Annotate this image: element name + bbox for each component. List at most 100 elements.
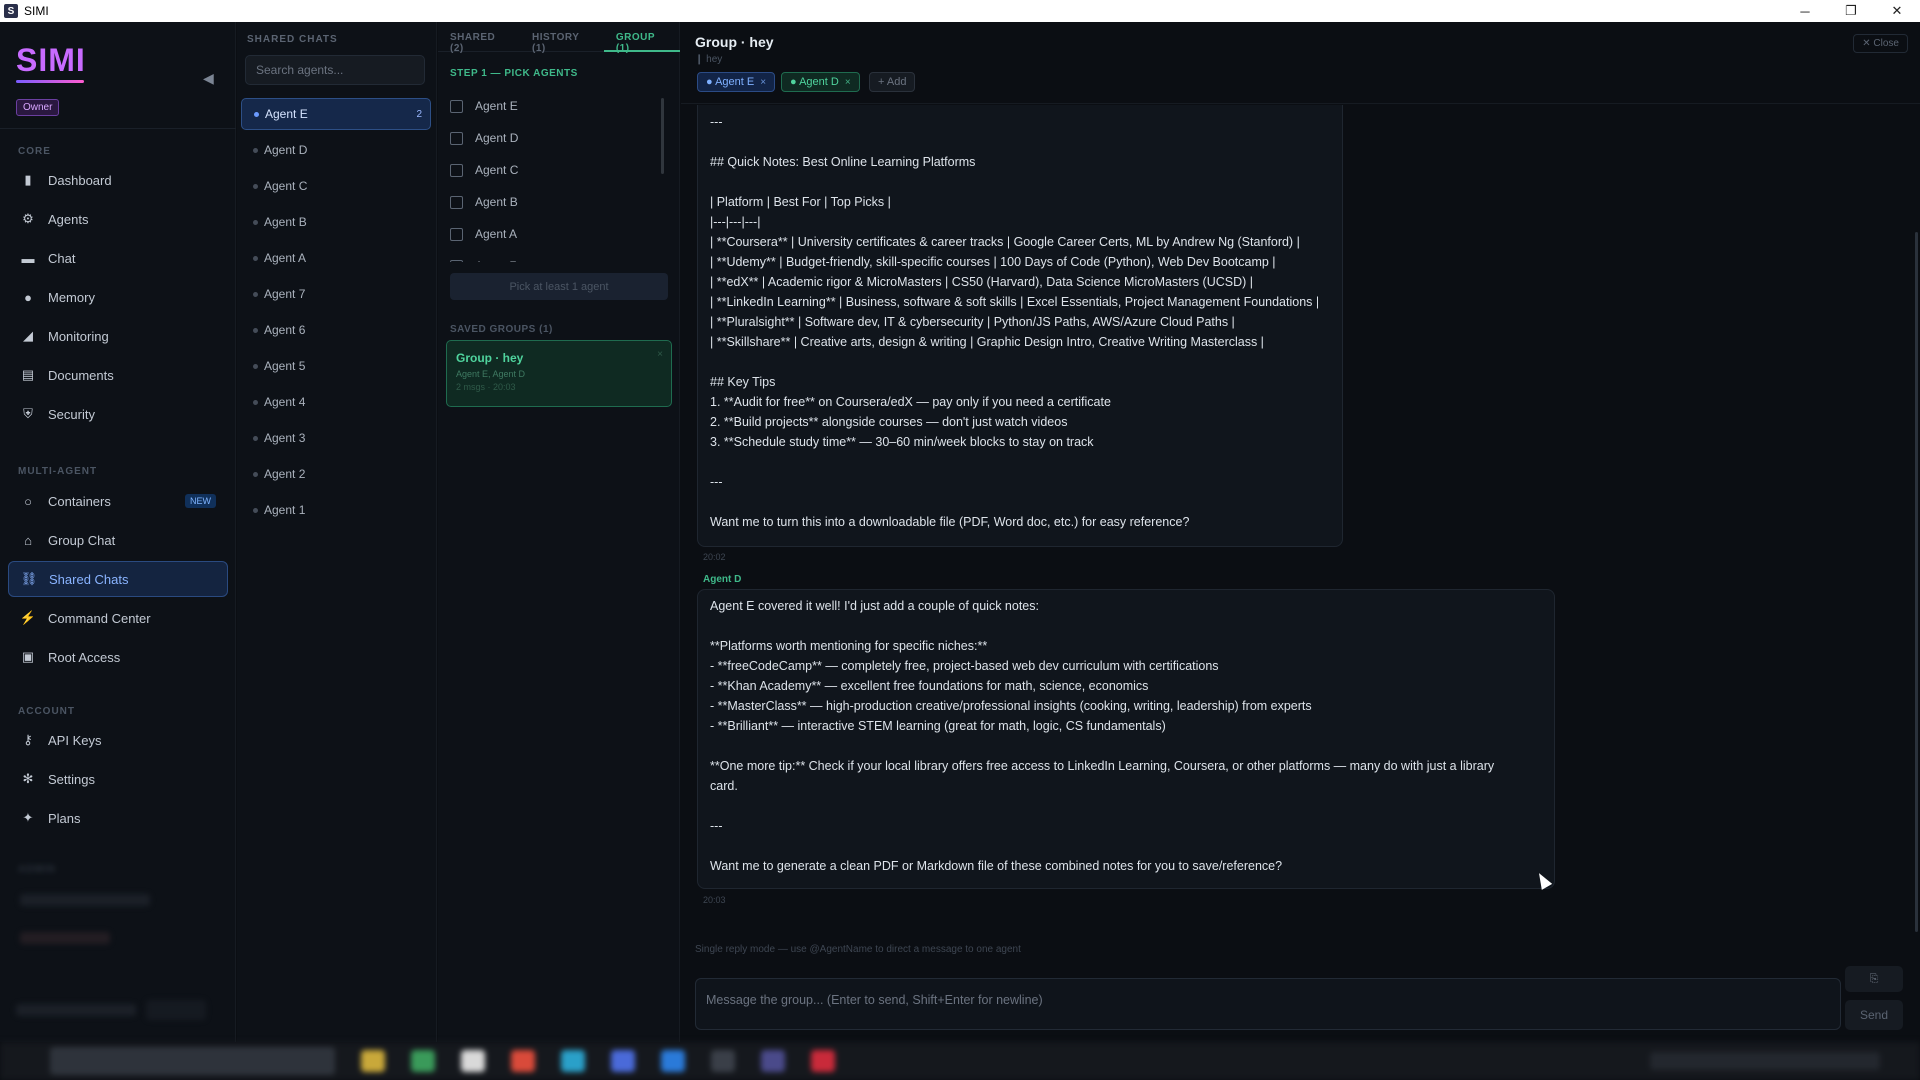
agent-checkbox[interactable] <box>450 195 463 209</box>
chat-scrollbar[interactable] <box>1915 232 1918 932</box>
agent-checkbox[interactable] <box>450 131 463 145</box>
nav-item-dashboard[interactable]: ▮ Dashboard <box>8 162 228 198</box>
pick-agent-row[interactable]: Agent D <box>448 122 670 154</box>
status-dot-icon <box>253 399 258 405</box>
nav-item-settings[interactable]: ✻ Settings <box>8 761 228 797</box>
attach-icon[interactable]: ⎘ <box>1845 966 1903 992</box>
nav-item-group-chat[interactable]: ⌂ Group Chat <box>8 522 228 558</box>
saved-group-title: Group · hey <box>456 351 524 365</box>
message-line <box>710 836 1542 856</box>
agent-checkbox[interactable] <box>450 163 463 177</box>
minimize-button[interactable]: ─ <box>1782 0 1828 22</box>
agent-list-item[interactable]: Agent 6 <box>241 314 431 346</box>
system-tray[interactable] <box>1650 1052 1880 1070</box>
agent-list-item[interactable]: Agent C <box>241 170 431 202</box>
pick-agent-row[interactable]: Agent C <box>448 154 670 186</box>
agent-chip-e[interactable]: ● Agent E × <box>697 72 776 92</box>
nav-label: API Keys <box>48 732 102 748</box>
close-window-button[interactable]: ✕ <box>1874 0 1920 22</box>
agent-checkbox[interactable] <box>450 227 463 241</box>
taskbar-app-icon[interactable] <box>461 1050 485 1072</box>
nav-label: Shared Chats <box>49 571 129 587</box>
nav-item-security[interactable]: ⛨ Security <box>8 396 228 432</box>
message-line: card. <box>710 779 738 793</box>
taskbar-search[interactable] <box>50 1047 335 1075</box>
agent-list-item[interactable]: Agent D <box>241 134 431 166</box>
message-input[interactable] <box>695 978 1841 1030</box>
nav-item-agents[interactable]: ⚙ Agents <box>8 201 228 237</box>
agent-list-item[interactable]: Agent 4 <box>241 386 431 418</box>
group-tabs: SHARED (2) HISTORY (1) GROUP (1) <box>438 22 680 54</box>
agent-list-item[interactable]: Agent A <box>241 242 431 274</box>
taskbar <box>0 1042 1920 1080</box>
taskbar-app-icon[interactable] <box>411 1050 435 1072</box>
chat-subtitle: ❙ hey <box>695 54 723 65</box>
taskbar-app-icon[interactable] <box>811 1050 835 1072</box>
pick-list-scrollbar[interactable] <box>661 98 664 174</box>
message-line: --- <box>710 819 723 833</box>
taskbar-app-icon[interactable] <box>761 1050 785 1072</box>
nav-item-documents[interactable]: ▤ Documents <box>8 357 228 393</box>
message-author: Agent D <box>703 574 742 585</box>
delete-group-icon[interactable]: × <box>657 349 663 360</box>
nav-item-memory[interactable]: ● Memory <box>8 279 228 315</box>
remove-agent-icon[interactable]: × <box>845 77 851 88</box>
taskbar-app-icon[interactable] <box>561 1050 585 1072</box>
taskbar-app-icon[interactable] <box>661 1050 685 1072</box>
taskbar-app-icon[interactable] <box>711 1050 735 1072</box>
reply-mode-hint: Single reply mode — use @AgentName to di… <box>695 944 1021 955</box>
message-line: 3. **Schedule study time** — 30–60 min/w… <box>710 435 1094 449</box>
collapse-sidebar-icon[interactable]: ◀ <box>203 70 214 87</box>
section-label-admin: ADMIN <box>18 864 56 875</box>
message-line <box>710 452 1330 472</box>
message-bubble-agent-d: Agent E covered it well! I'd just add a … <box>697 589 1555 889</box>
nav-item-root-access[interactable]: ▣ Root Access <box>8 639 228 675</box>
status-dot-icon <box>253 219 258 225</box>
agent-list-item[interactable]: Agent 1 <box>241 494 431 526</box>
agent-list-item[interactable]: Agent 2 <box>241 458 431 490</box>
maximize-button[interactable]: ❐ <box>1828 0 1874 22</box>
agent-list-item[interactable]: Agent 3 <box>241 422 431 454</box>
tab-history[interactable]: HISTORY (1) <box>520 22 604 54</box>
taskbar-app-icon[interactable] <box>361 1050 385 1072</box>
chip-label: ● Agent E <box>706 76 755 88</box>
message-line: 2. **Build projects** alongside courses … <box>710 415 1068 429</box>
nav-item-containers[interactable]: ○ Containers NEW <box>8 483 228 519</box>
tab-group[interactable]: GROUP (1) <box>603 22 680 54</box>
nav-item-shared-chats[interactable]: ⛓ Shared Chats <box>8 561 228 597</box>
search-agents-input[interactable] <box>245 55 425 85</box>
message-line: - **freeCodeCamp** — completely free, pr… <box>710 659 1219 673</box>
taskbar-app-icon[interactable] <box>611 1050 635 1072</box>
nav-item-monitoring[interactable]: ◢ Monitoring <box>8 318 228 354</box>
send-button[interactable]: Send <box>1845 1000 1903 1030</box>
app-icon: S <box>4 4 18 18</box>
status-dot-icon <box>253 471 258 477</box>
message-list[interactable]: --- ## Quick Notes: Best Online Learning … <box>681 105 1920 933</box>
pick-agent-row[interactable]: Agent 7 <box>448 250 670 262</box>
tab-shared[interactable]: SHARED (2) <box>438 22 520 54</box>
close-chat-button[interactable]: ✕ Close <box>1853 34 1908 53</box>
agent-list-item[interactable]: Agent B <box>241 206 431 238</box>
agent-chip-d[interactable]: ● Agent D × <box>781 72 860 92</box>
taskbar-app-icon[interactable] <box>511 1050 535 1072</box>
logout-button-blurred[interactable] <box>146 1000 206 1020</box>
saved-group-card[interactable]: Group · hey Agent E, Agent D 2 msgs · 20… <box>446 340 672 407</box>
remove-agent-icon[interactable]: × <box>760 77 766 88</box>
agent-list-item[interactable]: Agent E 2 <box>241 98 431 130</box>
nav-item-plans[interactable]: ✦ Plans <box>8 800 228 836</box>
agent-list-item[interactable]: Agent 5 <box>241 350 431 382</box>
agent-checkbox[interactable] <box>450 259 463 262</box>
pick-agent-row[interactable]: Agent B <box>448 186 670 218</box>
pick-agent-row[interactable]: Agent A <box>448 218 670 250</box>
nav-item-command-center[interactable]: ⚡ Command Center <box>8 600 228 636</box>
pick-agents-button[interactable]: Pick at least 1 agent <box>450 273 668 300</box>
nav-item-chat[interactable]: ▬ Chat <box>8 240 228 276</box>
agent-name: Agent B <box>264 215 307 229</box>
pick-agent-row[interactable]: Agent E <box>448 90 670 122</box>
nav-item-api-keys[interactable]: ⚷ API Keys <box>8 722 228 758</box>
add-agent-button[interactable]: + Add <box>869 72 916 92</box>
agent-checkbox[interactable] <box>450 99 463 113</box>
agent-list-item[interactable]: Agent 7 <box>241 278 431 310</box>
agent-name: Agent D <box>264 143 308 157</box>
section-label-core: CORE <box>18 146 51 157</box>
